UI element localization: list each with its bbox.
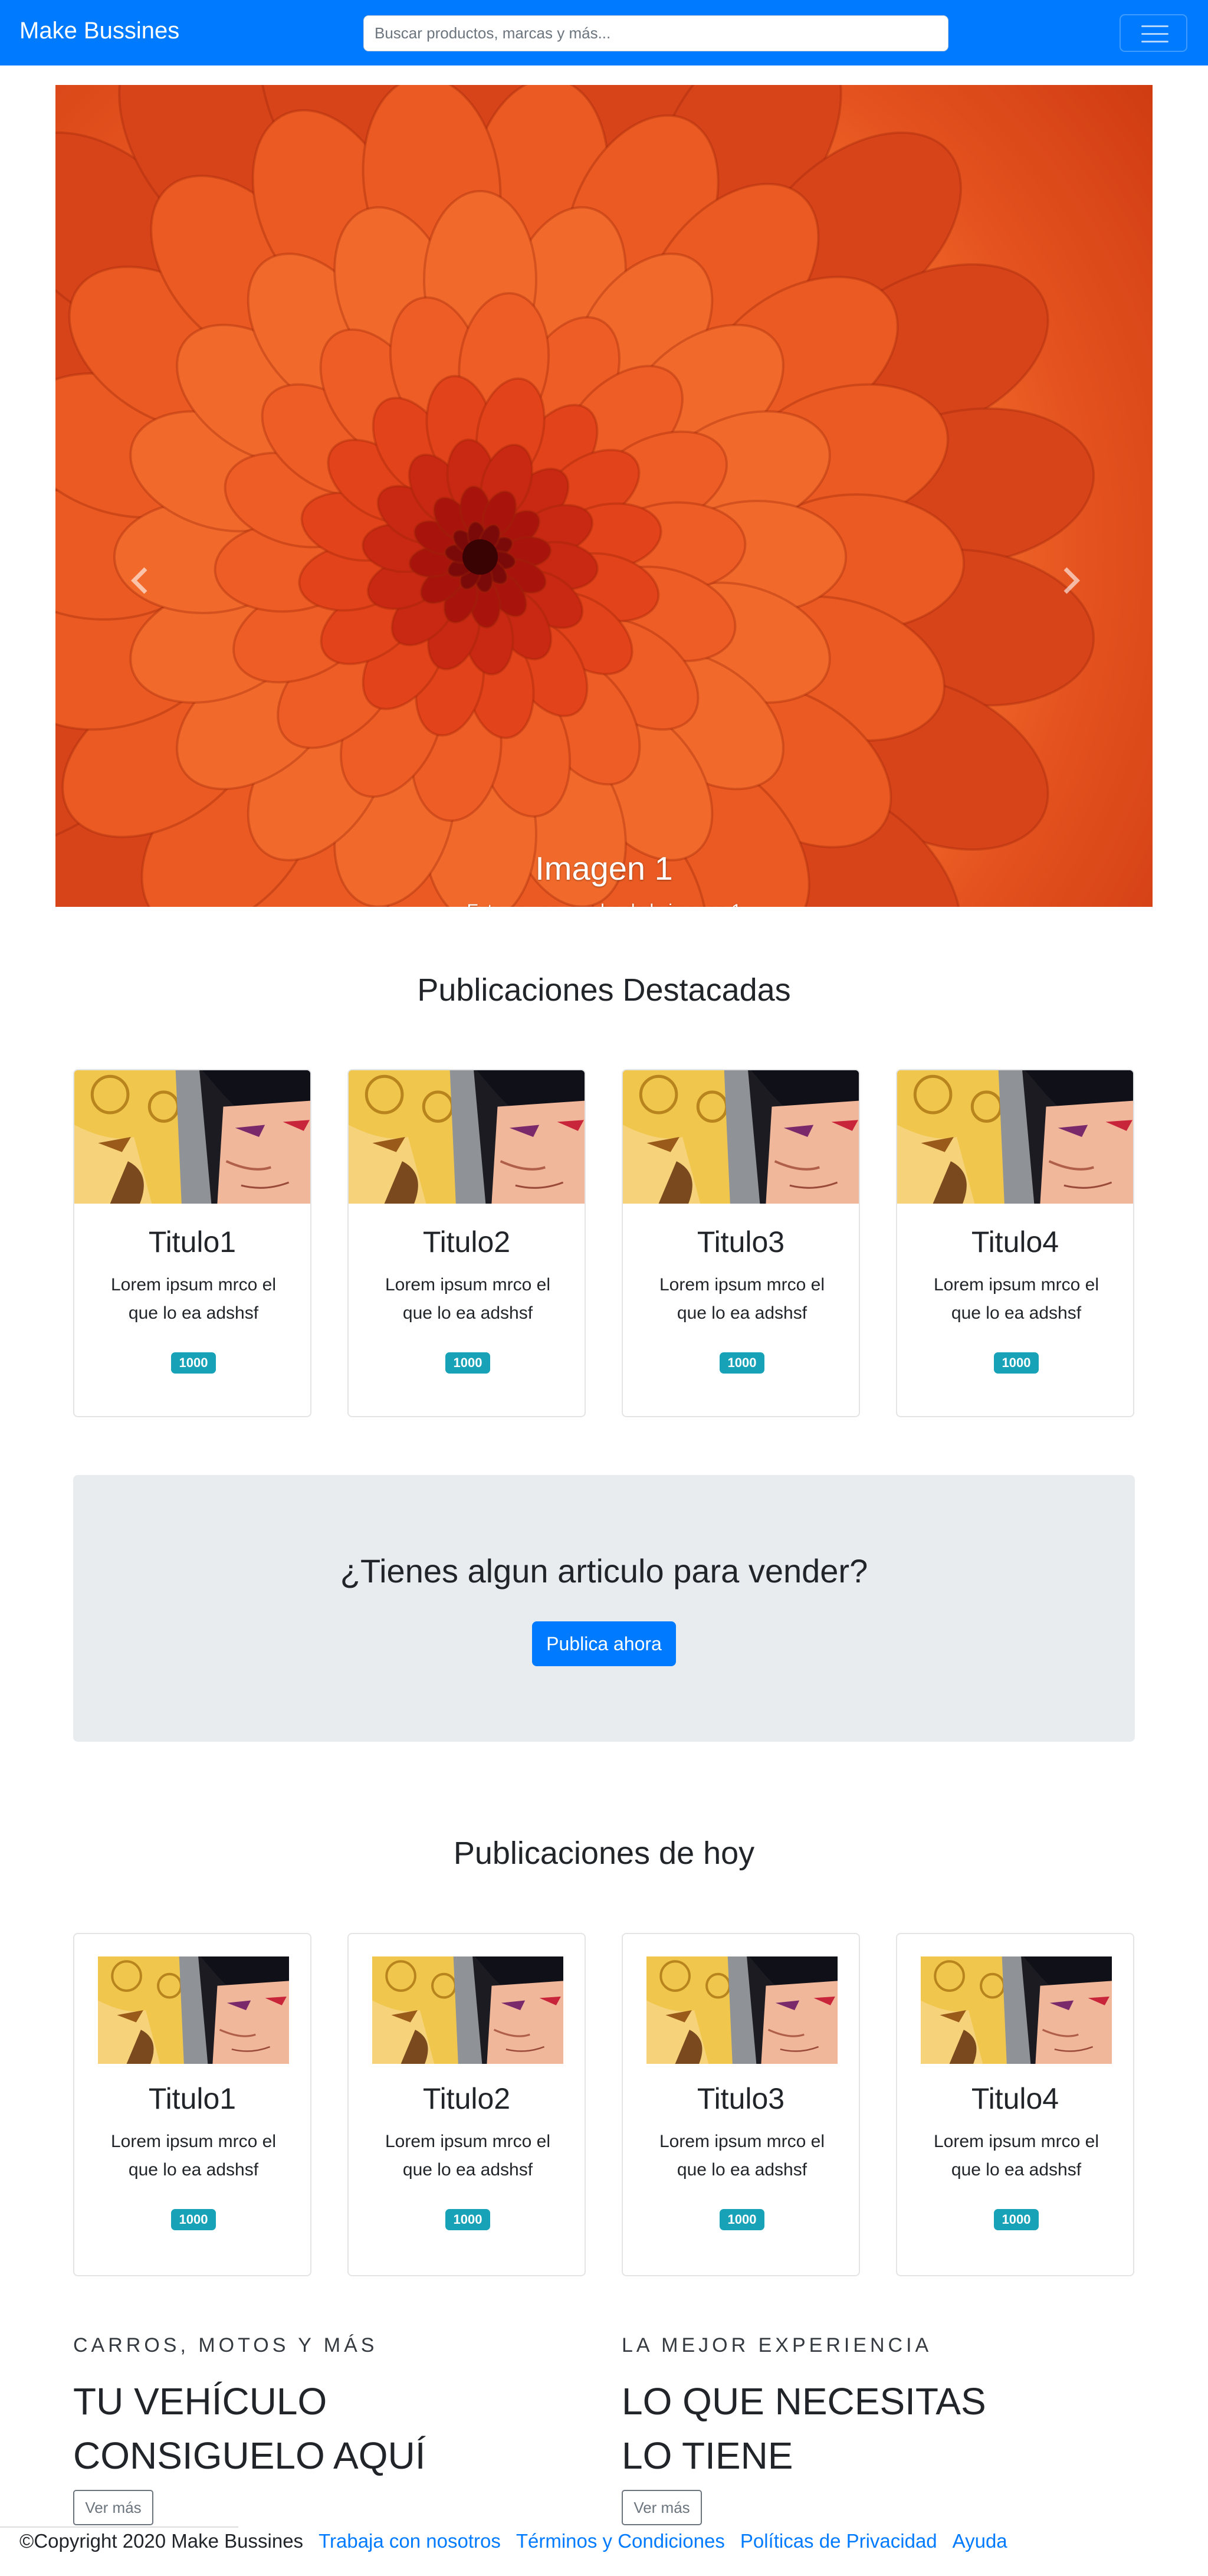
chevron-left-icon: [131, 567, 147, 594]
product-card[interactable]: Titulo3 Lorem ipsum mrco el que lo ea ads…: [622, 1933, 860, 2276]
card-title: Titulo2: [422, 2082, 511, 2115]
product-card[interactable]: Titulo2 Lorem ipsum mrco el que lo ea ads…: [347, 1933, 586, 2276]
card-image: [74, 1070, 310, 1204]
footer-link-terminos[interactable]: Términos y Condiciones: [516, 2530, 725, 2552]
hamburger-icon-bar: [1141, 41, 1168, 42]
product-card[interactable]: Titulo1 Lorem ipsum mrco el que lo ea ads…: [73, 1933, 311, 2276]
carousel-caption-title: Imagen 1: [535, 850, 673, 887]
price-badge: 1000: [171, 1352, 216, 1374]
card-image: [897, 1070, 1133, 1204]
price-badge: 1000: [994, 1352, 1039, 1374]
footer-link-trabaja[interactable]: Trabaja con nosotros: [319, 2530, 501, 2552]
product-card[interactable]: Titulo3 Lorem ipsum mrco el que lo ea ads…: [622, 1069, 860, 1417]
price-badge: 1000: [994, 2209, 1039, 2230]
card-text: Lorem ipsum mrco el que lo ea adshsf: [659, 2132, 825, 2180]
chevron-right-icon: [1063, 567, 1080, 594]
price-badge: 1000: [171, 2209, 216, 2230]
card-title: Titulo1: [148, 1225, 237, 1258]
card-image: [98, 1956, 289, 2064]
today-section-title: Publicaciones de hoy: [453, 1836, 755, 1871]
featured-section-title: Publicaciones Destacadas: [417, 972, 791, 1008]
product-card[interactable]: Titulo2 Lorem ipsum mrco el que lo ea ads…: [347, 1069, 586, 1417]
card-text: Lorem ipsum mrco el que lo ea adshsf: [385, 1275, 551, 1323]
product-card[interactable]: Titulo4 Lorem ipsum mrco el que lo ea ads…: [896, 1069, 1134, 1417]
ver-mas-button[interactable]: Ver más: [622, 2490, 702, 2525]
promo-eyebrow: CARROS, MOTOS Y MÁS: [73, 2334, 378, 2357]
card-title: Titulo1: [148, 2082, 237, 2115]
footer: ©Copyright 2020 Make Bussines Trabaja con…: [19, 2530, 1007, 2552]
card-image: [646, 1956, 838, 2064]
card-text: Lorem ipsum mrco el que lo ea adshsf: [933, 2132, 1099, 2180]
sell-jumbotron: ¿Tienes algun articulo para vender? Publ…: [73, 1475, 1135, 1742]
promo-heading-line1: TU VEHÍCULO: [73, 2380, 327, 2423]
price-badge: 1000: [445, 1352, 490, 1374]
promo-eyebrow: LA MEJOR EXPERIENCIA: [622, 2334, 933, 2357]
footer-link-ayuda[interactable]: Ayuda: [953, 2530, 1007, 2552]
product-card[interactable]: Titulo4 Lorem ipsum mrco el que lo ea ads…: [896, 1933, 1134, 2276]
jumbotron-title: ¿Tienes algun articulo para vender?: [340, 1552, 868, 1589]
card-text: Lorem ipsum mrco el que lo ea adshsf: [933, 1275, 1099, 1323]
brand-link[interactable]: Make Bussines: [19, 18, 179, 44]
ver-mas-button[interactable]: Ver más: [73, 2490, 153, 2525]
carousel-next-button[interactable]: [1052, 563, 1088, 598]
promo-heading-line2: CONSIGUELO AQUÍ: [73, 2434, 426, 2477]
navbar: Make Bussines: [0, 0, 1208, 65]
card-text: Lorem ipsum mrco el que lo ea adshsf: [385, 2132, 551, 2180]
hamburger-icon-bar: [1141, 33, 1168, 35]
product-card[interactable]: Titulo1 Lorem ipsum mrco el que lo ea ads…: [73, 1069, 311, 1417]
search-input[interactable]: [363, 15, 948, 51]
footer-link-privacidad[interactable]: Políticas de Privacidad: [740, 2530, 937, 2552]
card-text: Lorem ipsum mrco el que lo ea adshsf: [110, 1275, 277, 1323]
card-image: [349, 1070, 585, 1204]
flower-image: [55, 85, 1095, 907]
card-image: [623, 1070, 859, 1204]
hero-carousel: Imagen 1 Esta es una prueba de la imagen…: [55, 85, 1153, 907]
card-title: Titulo4: [971, 1225, 1059, 1258]
card-text: Lorem ipsum mrco el que lo ea adshsf: [110, 2132, 277, 2180]
promo-heading-line1: LO QUE NECESITAS: [622, 2380, 986, 2423]
card-title: Titulo4: [971, 2082, 1059, 2115]
promo-heading-line2: LO TIENE: [622, 2434, 793, 2477]
card-title: Titulo2: [422, 1225, 511, 1258]
card-title: Titulo3: [697, 2082, 785, 2115]
carousel-caption-text: Esta es una prueba de la imagen 1: [55, 901, 1153, 907]
footer-copyright: ©Copyright 2020 Make Bussines: [19, 2530, 304, 2552]
card-title: Titulo3: [697, 1225, 785, 1258]
carousel-prev-button[interactable]: [123, 563, 159, 598]
card-image: [921, 1956, 1112, 2064]
price-badge: 1000: [445, 2209, 490, 2230]
price-badge: 1000: [720, 1352, 764, 1374]
navbar-toggler-button[interactable]: [1120, 14, 1187, 52]
card-image: [372, 1956, 563, 2064]
price-badge: 1000: [720, 2209, 764, 2230]
card-text: Lorem ipsum mrco el que lo ea adshsf: [659, 1275, 825, 1323]
publish-now-button[interactable]: Publica ahora: [532, 1621, 676, 1666]
hamburger-icon: [1141, 25, 1168, 27]
footer-divider: [0, 2526, 238, 2528]
